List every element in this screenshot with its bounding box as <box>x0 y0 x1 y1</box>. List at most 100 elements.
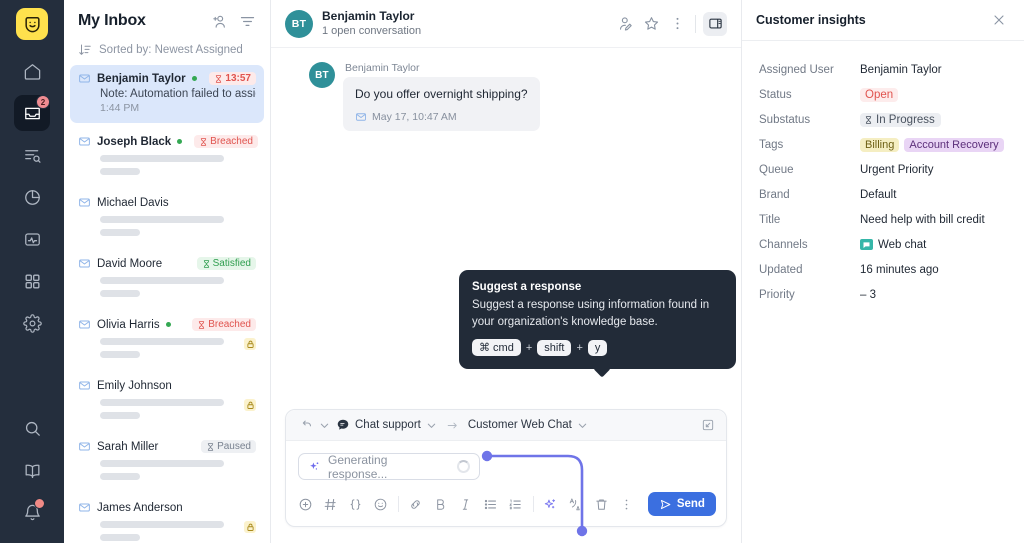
left-nav-rail: 2 <box>0 0 64 543</box>
insight-value[interactable]: Open <box>860 87 899 102</box>
insight-value[interactable]: Web chat <box>860 239 926 251</box>
composer-more-vertical-icon[interactable] <box>617 494 636 515</box>
insight-label: Updated <box>759 263 803 276</box>
rail-item-home[interactable] <box>14 53 50 89</box>
add-person-icon[interactable] <box>208 10 230 32</box>
insight-row: Queue Urgent Priority <box>759 157 1010 182</box>
rail-item-activity[interactable] <box>14 221 50 257</box>
conversation-top-row: Sarah Miller Paused <box>78 440 256 453</box>
rail-item-search-list[interactable] <box>14 137 50 173</box>
rail-item-search[interactable] <box>14 410 50 446</box>
conversation-list-item[interactable]: Benjamin Taylor 13:57 Note: Automation fai… <box>70 65 264 123</box>
tag-chip[interactable]: Account Recovery <box>904 137 1004 152</box>
message-content: Benjamin Taylor Do you offer overnight s… <box>343 62 540 132</box>
tooltip-shortcut-keys: ⌘ cmd + shift + y <box>472 339 723 357</box>
conversation-contact-name: Joseph Black <box>97 135 172 148</box>
status-badge-label: Paused <box>217 441 251 452</box>
field-value: Urgent Priority <box>860 163 934 176</box>
rail-item-knowledge[interactable] <box>14 452 50 488</box>
italic-icon[interactable] <box>456 494 475 515</box>
channel-selector[interactable]: Chat support <box>336 418 437 432</box>
insight-value[interactable]: – 3 <box>860 289 876 301</box>
braces-icon[interactable] <box>346 494 365 515</box>
conversation-list-item[interactable]: Michael Davis <box>70 189 264 245</box>
status-badge: Satisfied <box>196 257 256 270</box>
filter-icon[interactable] <box>236 10 258 32</box>
close-icon[interactable] <box>988 9 1010 31</box>
link-icon[interactable] <box>406 494 425 515</box>
conversation-list-item[interactable]: James Anderson <box>70 494 264 543</box>
snippet-placeholder <box>100 521 224 528</box>
time-placeholder <box>100 351 140 358</box>
notification-dot <box>34 498 45 509</box>
insight-value[interactable]: 16 minutes ago <box>860 264 939 276</box>
snippet-placeholder <box>100 216 224 223</box>
conversation-list-item[interactable]: David Moore Satisfied <box>70 250 264 306</box>
conversation-header-text: Benjamin Taylor 1 open conversation <box>322 9 421 38</box>
tag-chip[interactable]: Billing <box>860 137 900 152</box>
translate-icon[interactable] <box>566 494 585 515</box>
insight-row: Title Need help with bill credit <box>759 207 1010 232</box>
conversation-list-item[interactable]: Emily Johnson <box>70 372 264 428</box>
person-edit-icon[interactable] <box>614 13 636 35</box>
smiley-logo-icon[interactable] <box>16 8 48 40</box>
loading-spinner-icon <box>457 460 471 473</box>
rail-item-reports[interactable] <box>14 179 50 215</box>
suggest-response-sparkle-icon[interactable] <box>541 494 560 515</box>
toolbar-divider <box>398 496 399 512</box>
sparkle-icon <box>308 460 321 473</box>
mail-icon <box>78 196 91 209</box>
generating-response-field[interactable]: Generating response... <box>298 452 480 481</box>
send-button[interactable]: Send <box>647 492 716 516</box>
conversation-list[interactable]: Benjamin Taylor 13:57 Note: Automation fai… <box>64 65 270 543</box>
rail-item-settings[interactable] <box>14 305 50 341</box>
mail-icon <box>355 111 367 123</box>
insight-value[interactable]: Benjamin Taylor <box>860 64 942 76</box>
insight-value[interactable]: In Progress <box>860 112 941 127</box>
avatar: BT <box>285 9 313 38</box>
insight-row: Updated 16 minutes ago <box>759 257 1010 282</box>
conversation-list-item[interactable]: Sarah Miller Paused <box>70 433 264 489</box>
insight-value[interactable]: Need help with bill credit <box>860 214 985 226</box>
undo-chevron-down-icon[interactable] <box>319 420 330 431</box>
undo-icon[interactable] <box>297 417 313 433</box>
more-vertical-icon[interactable] <box>666 13 688 35</box>
conversation-list-item[interactable]: Olivia Harris Breached <box>70 311 264 367</box>
conversation-contact-name: Olivia Harris <box>97 318 160 331</box>
bullet-list-icon[interactable] <box>481 494 500 515</box>
substatus-label: In Progress <box>876 113 935 126</box>
conversation-list-item[interactable]: Joseph Black Breached <box>70 128 264 184</box>
rail-item-inbox[interactable]: 2 <box>14 95 50 131</box>
bold-icon[interactable] <box>431 494 450 515</box>
status-value: Open <box>860 87 899 102</box>
insight-label: Brand <box>759 188 790 201</box>
insights-fields: Assigned User Benjamin Taylor Status Open Su… <box>742 41 1024 307</box>
composer: Chat support Customer Web Chat Generatin… <box>285 409 727 537</box>
insights-title: Customer insights <box>756 13 866 27</box>
side-panel-icon[interactable] <box>703 11 727 36</box>
trash-icon[interactable] <box>592 494 611 515</box>
target-selector[interactable]: Customer Web Chat <box>468 419 588 431</box>
sort-row[interactable]: Sorted by: Newest Assigned <box>64 40 270 65</box>
insight-label: Title <box>759 213 781 226</box>
hash-icon[interactable] <box>321 494 340 515</box>
field-value: Benjamin Taylor <box>860 63 942 76</box>
composer-body: Generating response... <box>286 441 726 537</box>
inbox-panel: My Inbox Sorted by: Newest Assigned Benj… <box>64 0 271 543</box>
emoji-icon[interactable] <box>371 494 390 515</box>
time-placeholder <box>100 229 140 236</box>
plus-circle-icon[interactable] <box>296 494 315 515</box>
insight-value[interactable]: Billing Account Recovery <box>860 137 1004 152</box>
time-placeholder <box>100 473 140 480</box>
insight-row: Brand Default <box>759 182 1010 207</box>
channel-chevron-down-icon <box>426 420 437 431</box>
insight-label: Priority <box>759 288 795 301</box>
numbered-list-icon[interactable] <box>506 494 525 515</box>
insight-value[interactable]: Urgent Priority <box>860 164 934 176</box>
rail-item-notifications[interactable] <box>14 494 50 530</box>
expand-icon[interactable] <box>701 418 715 432</box>
generating-response-text: Generating response... <box>328 452 388 481</box>
star-icon[interactable] <box>640 13 662 35</box>
rail-item-apps[interactable] <box>14 263 50 299</box>
insight-value[interactable]: Default <box>860 189 896 201</box>
